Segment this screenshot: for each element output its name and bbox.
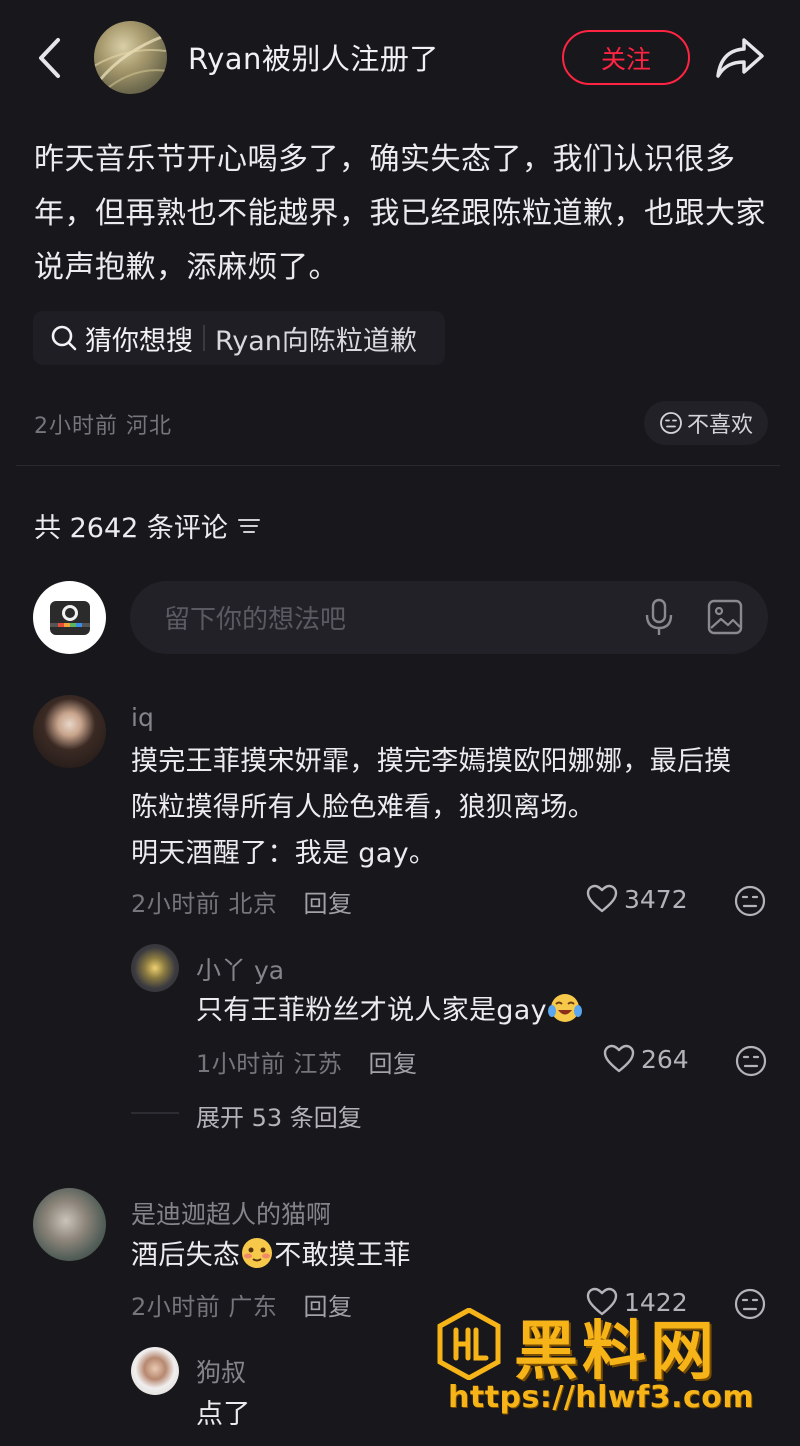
blushing-face-emoji-icon (242, 1238, 273, 1268)
microphone-icon (645, 598, 673, 635)
replier-avatar[interactable] (131, 1347, 179, 1395)
replier-name[interactable]: 小丫 ya (196, 951, 284, 987)
comment-text: 酒后失态 不敢摸王菲 (131, 1233, 771, 1279)
reply-button[interactable]: 回复 (304, 890, 353, 918)
commenter-avatar[interactable] (33, 1188, 106, 1261)
dislike-button[interactable] (733, 884, 767, 922)
image-icon (707, 599, 743, 635)
back-arrow-icon (39, 38, 60, 78)
current-user-avatar[interactable] (33, 581, 106, 654)
chip-separator (203, 325, 205, 351)
comment-text-line: 陈粒摸得所有人脸色难看，狼狈离场。 (131, 792, 596, 823)
reply-button[interactable]: 回复 (369, 1050, 418, 1078)
dislike-button[interactable]: 不喜欢 (644, 401, 768, 445)
comment-input-placeholder: 留下你的想法吧 (164, 605, 347, 635)
comment-text-after: 不敢摸王菲 (274, 1240, 411, 1271)
back-button[interactable] (28, 30, 72, 86)
watermark-url: https://hlwf3.com (448, 1380, 755, 1415)
neutral-face-icon (735, 1045, 767, 1077)
suggested-search-term: Ryan向陈粒道歉 (215, 325, 417, 357)
commenter-name[interactable]: iq (131, 703, 154, 732)
post-meta: 2小时前 河北 (34, 414, 172, 439)
comment-meta: 2小时前 广东 回复 (131, 1287, 353, 1322)
divider (16, 465, 780, 466)
post-text: 昨天音乐节开心喝多了，确实失态了，我们认识很多年，但再熟也不能越界，我已经跟陈粒… (34, 142, 766, 285)
watermark: 黑料网 https://hlwf3.com (436, 1300, 772, 1420)
comment-time-location: 2小时前 北京 (131, 890, 278, 918)
commenter-name[interactable]: 是迪迦超人的猫啊 (131, 1195, 331, 1231)
reply-button[interactable]: 回复 (304, 1293, 353, 1321)
sort-filter-icon (237, 518, 260, 533)
watermark-title: 黑料网 (514, 1315, 718, 1389)
microphone-button[interactable] (642, 597, 676, 637)
author-name[interactable]: Ryan被别人注册了 (188, 36, 439, 78)
dislike-button[interactable] (734, 1044, 768, 1082)
replier-avatar[interactable] (131, 944, 179, 992)
comment-text: 摸完王菲摸宋妍霏，摸完李嫣摸欧阳娜娜，最后摸 陈粒摸得所有人脸色难看，狼狈离场。… (131, 739, 771, 877)
like-count: 3472 (624, 884, 688, 914)
image-upload-button[interactable] (706, 598, 744, 636)
comment-meta: 2小时前 北京 回复 (131, 884, 353, 919)
follow-button[interactable]: 关注 (562, 30, 690, 85)
suggested-search-label: 猜你想搜 (85, 325, 193, 357)
reply-meta: 1小时前 江苏 回复 (196, 1044, 418, 1079)
reply-text-content: 只有王菲粉丝才说人家是gay (196, 995, 547, 1026)
like-button[interactable]: 3472 (586, 884, 688, 914)
expand-replies-button[interactable]: 展开 53 条回复 (196, 1098, 362, 1133)
camera-icon (49, 600, 90, 635)
comment-text-line: 明天酒醒了：我是 gay。 (131, 838, 437, 869)
suggested-search-chip[interactable]: 猜你想搜 Ryan向陈粒道歉 (33, 311, 445, 365)
like-count: 264 (641, 1044, 689, 1074)
comment-count-text: 共 2642 条评论 (34, 513, 228, 544)
heart-icon (586, 884, 618, 913)
like-button[interactable]: 264 (603, 1044, 689, 1074)
reply-text: 只有王菲粉丝才说人家是gay (196, 988, 756, 1034)
comment-count[interactable]: 共 2642 条评论 (34, 506, 262, 545)
reply-text: 点了 (196, 1399, 251, 1430)
heart-icon (603, 1044, 635, 1073)
neutral-face-icon (734, 885, 766, 917)
comment-text-line: 摸完王菲摸宋妍霏，摸完李嫣摸欧阳娜娜，最后摸 (131, 746, 732, 777)
author-avatar[interactable] (94, 21, 167, 94)
neutral-face-icon (660, 412, 682, 434)
search-icon (51, 325, 77, 351)
share-button[interactable] (714, 34, 766, 82)
expand-replies-line (131, 1112, 179, 1114)
comment-time-location: 2小时前 广东 (131, 1293, 278, 1321)
replier-name[interactable]: 狗叔 (196, 1353, 246, 1389)
reply-time-location: 1小时前 江苏 (196, 1050, 343, 1078)
commenter-avatar[interactable] (33, 695, 106, 768)
watermark-logo (436, 1307, 502, 1381)
dislike-label: 不喜欢 (686, 413, 753, 438)
comment-text-before: 酒后失态 (131, 1240, 241, 1271)
share-icon (716, 38, 764, 78)
avatar-grass-image (94, 34, 167, 92)
crying-laughing-emoji-icon (547, 994, 582, 1022)
